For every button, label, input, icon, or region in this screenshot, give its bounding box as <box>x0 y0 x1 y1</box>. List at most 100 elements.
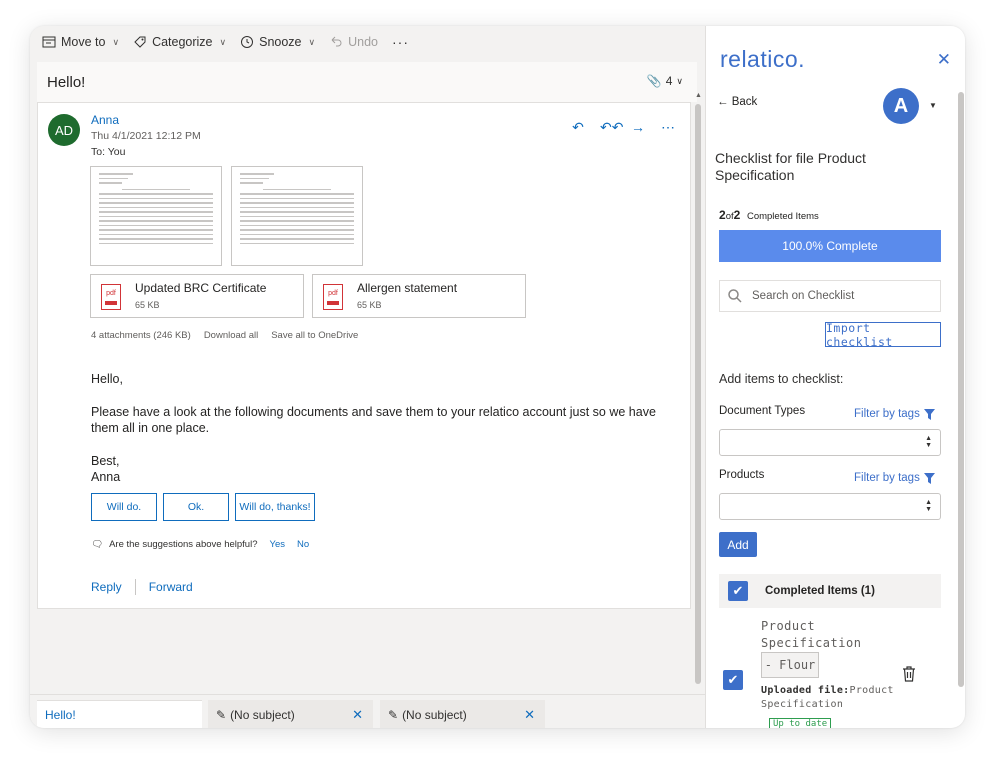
attachment-preview[interactable] <box>90 166 222 266</box>
add-items-heading: Add items to checklist: <box>719 372 844 386</box>
feedback-yes-link[interactable]: Yes <box>269 539 285 550</box>
completed-header-label: Completed Items (1) <box>765 585 875 597</box>
reply-icon[interactable]: ↶ <box>570 119 586 136</box>
chevron-down-icon: ∨ <box>219 36 227 47</box>
feedback-no-link[interactable]: No <box>297 539 309 550</box>
attachment-name: Updated BRC Certificate <box>135 281 267 295</box>
snooze-button[interactable]: Snooze ∨ <box>240 35 315 49</box>
attachment-name: Allergen statement <box>357 281 458 295</box>
tag-icon <box>134 36 146 48</box>
forward-icon[interactable]: → <box>630 119 646 136</box>
message-actions: ↶ ↶↶ → ⋯ <box>570 119 676 136</box>
scroll-up-icon[interactable]: ▲ <box>695 92 702 99</box>
move-to-label: Move to <box>61 35 106 49</box>
reply-all-icon[interactable]: ↶↶ <box>600 119 623 136</box>
pencil-icon: ✎ <box>388 707 399 722</box>
suggested-reply-button[interactable]: Ok. <box>163 493 229 521</box>
snooze-label: Snooze <box>259 35 302 49</box>
email-closing: Best, <box>91 454 120 468</box>
document-types-select[interactable]: ▲ ▼ <box>719 429 941 456</box>
close-icon[interactable]: ✕ <box>352 707 363 723</box>
filter-label: Filter by tags <box>854 408 920 420</box>
pdf-icon: pdf <box>101 284 121 310</box>
back-button[interactable]: ← Back <box>717 96 757 108</box>
chevron-down-icon: ∨ <box>308 36 316 47</box>
tab-label: (No subject) <box>230 707 295 722</box>
products-label: Products <box>719 469 765 481</box>
email-greeting: Hello, <box>91 372 123 386</box>
save-onedrive-link[interactable]: Save all to OneDrive <box>271 330 358 341</box>
products-select[interactable]: ▲ ▼ <box>719 493 941 520</box>
forward-button[interactable]: Forward <box>149 580 193 594</box>
more-actions-icon[interactable]: ⋯ <box>660 119 676 136</box>
feedback-question: Are the suggestions above helpful? <box>109 539 258 550</box>
panel-scrollbar[interactable] <box>958 92 964 687</box>
mail-scrollbar[interactable] <box>695 104 701 684</box>
divider <box>134 579 136 595</box>
close-icon[interactable]: ✕ <box>937 50 951 70</box>
sender-name[interactable]: Anna <box>91 113 119 127</box>
import-checklist-button[interactable]: Import checklist <box>825 321 941 349</box>
attachment-size: 65 KB <box>135 300 160 310</box>
search-icon <box>728 289 742 303</box>
app-window: Move to ∨ Categorize ∨ Snooze ∨ Undo ···… <box>30 26 965 728</box>
count-total: 2 <box>733 208 741 222</box>
suggestion-feedback: 🗨 Are the suggestions above helpful? Yes… <box>91 539 309 550</box>
mail-reading-pane: Move to ∨ Categorize ∨ Snooze ∨ Undo ···… <box>30 26 705 728</box>
download-all-link[interactable]: Download all <box>204 330 258 341</box>
item-checkbox[interactable]: ✔ <box>723 670 743 690</box>
status-badge: Up to date <box>769 718 832 728</box>
tab-draft[interactable]: ✎ (No subject) ✕ <box>380 700 545 728</box>
checklist-title: Checklist for file Product Specification <box>715 150 866 183</box>
chevron-down-icon: ∨ <box>676 75 683 86</box>
categorize-label: Categorize <box>152 35 213 49</box>
to-value: You <box>107 146 126 158</box>
attachment-card[interactable]: pdf Allergen statement 65 KB <box>312 274 526 318</box>
recipient-line: To: You <box>91 146 125 158</box>
email-body-line: Please have a look at the following docu… <box>91 405 656 419</box>
pdf-icon: pdf <box>323 284 343 310</box>
tab-draft[interactable]: ✎ (No subject) ✕ <box>208 700 373 728</box>
avatar: AD <box>48 114 80 146</box>
email-message: AD Anna Thu 4/1/2021 12:12 PM To: You ↶ … <box>37 102 691 609</box>
suggested-reply-button[interactable]: Will do. <box>91 493 157 521</box>
completed-checkbox[interactable]: ✔ <box>728 581 748 601</box>
categorize-button[interactable]: Categorize ∨ <box>133 35 226 49</box>
relatico-panel: relatico. ✕ ← Back A ▼ Checklist for fil… <box>705 26 965 728</box>
user-avatar[interactable]: A <box>883 88 919 124</box>
tab-label: (No subject) <box>402 707 467 722</box>
filter-icon <box>923 408 935 420</box>
completed-count: 2of2 Completed Items <box>719 208 819 222</box>
caret-down-icon[interactable]: ▼ <box>929 101 937 110</box>
more-options-icon[interactable]: ··· <box>392 34 409 50</box>
undo-button[interactable]: Undo <box>329 35 378 49</box>
email-subject: Hello! <box>47 73 86 91</box>
relatico-logo: relatico. <box>720 46 806 72</box>
suggested-reply-button[interactable]: Will do, thanks! <box>235 493 315 521</box>
select-arrows-icon: ▲ ▼ <box>925 499 932 513</box>
compose-tabs: Hello! ✎ (No subject) ✕ ✎ (No subject) ✕ <box>30 694 705 728</box>
move-to-button[interactable]: Move to ∨ <box>42 35 119 49</box>
add-button[interactable]: Add <box>719 532 757 557</box>
attachment-card[interactable]: pdf Updated BRC Certificate 65 KB <box>90 274 304 318</box>
filter-by-tags-link[interactable]: Filter by tags <box>854 408 935 420</box>
document-types-label: Document Types <box>719 405 806 417</box>
subject-bar: Hello! 📎 4 ∨ <box>37 62 697 102</box>
attachment-preview[interactable] <box>231 166 363 266</box>
undo-icon <box>331 36 342 47</box>
select-arrows-icon: ▲ ▼ <box>925 435 932 449</box>
filter-by-tags-link[interactable]: Filter by tags <box>854 472 935 484</box>
product-tag: - Flour <box>761 652 819 678</box>
reply-button[interactable]: Reply <box>91 580 122 594</box>
completed-items-header: ✔ Completed Items (1) <box>719 574 941 608</box>
email-body-line: them all in one place. <box>91 421 210 435</box>
to-label: To: <box>91 146 106 158</box>
reply-forward-row: Reply Forward <box>91 579 193 595</box>
tab-hello[interactable]: Hello! <box>37 700 202 728</box>
search-input[interactable] <box>752 290 922 302</box>
attachment-count-button[interactable]: 📎 4 ∨ <box>647 74 683 88</box>
email-signature: Anna <box>91 470 121 484</box>
move-to-icon <box>42 36 56 48</box>
back-label: Back <box>731 96 758 108</box>
close-icon[interactable]: ✕ <box>524 707 535 723</box>
